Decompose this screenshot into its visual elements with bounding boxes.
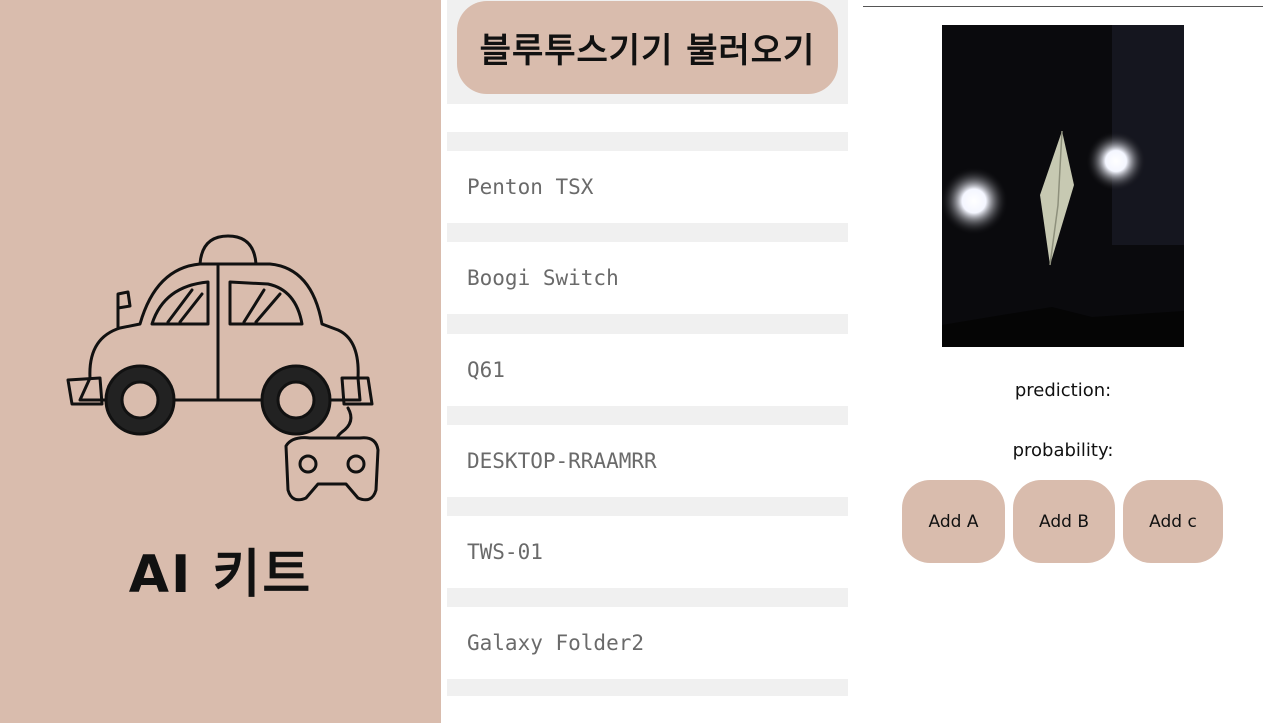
load-button-area: 블루투스기기 불러오기 [447, 0, 848, 104]
list-item[interactable]: Galaxy Folder2 [447, 588, 848, 680]
add-a-button[interactable]: Add A [902, 480, 1005, 563]
prediction-column: prediction: probability: Add A Add B Add… [863, 0, 1263, 723]
camera-preview-image [942, 25, 1184, 347]
probability-label: probability: [1012, 440, 1114, 461]
device-name[interactable]: DESKTOP-RRAAMRR [447, 424, 848, 497]
device-name[interactable]: Boogi Switch [447, 242, 848, 315]
device-name[interactable]: Q61 [447, 333, 848, 406]
list-divider [447, 679, 848, 696]
add-b-button[interactable]: Add B [1013, 480, 1115, 563]
device-column: 블루투스기기 불러오기 Penton TSX Boogi Switch Q61 … [447, 0, 848, 723]
list-item[interactable]: Penton TSX [447, 132, 848, 224]
left-panel: AI 키트 [0, 0, 441, 723]
kit-title: AI 키트 [128, 545, 313, 605]
prediction-label: prediction: [1014, 380, 1112, 401]
list-item[interactable]: Boogi Switch [447, 223, 848, 315]
device-list: Penton TSX Boogi Switch Q61 DESKTOP-RRAA… [447, 132, 848, 696]
divider [863, 6, 1263, 7]
device-name[interactable]: TWS-01 [447, 516, 848, 589]
load-bluetooth-devices-button[interactable]: 블루투스기기 불러오기 [457, 1, 838, 94]
list-item[interactable]: DESKTOP-RRAAMRR [447, 405, 848, 498]
car-controller-icon [66, 234, 380, 502]
list-item[interactable]: Q61 [447, 314, 848, 406]
device-name[interactable]: Penton TSX [447, 151, 848, 223]
list-item[interactable]: TWS-01 [447, 497, 848, 589]
device-name[interactable]: Galaxy Folder2 [447, 607, 848, 680]
add-c-button[interactable]: Add c [1123, 480, 1223, 563]
